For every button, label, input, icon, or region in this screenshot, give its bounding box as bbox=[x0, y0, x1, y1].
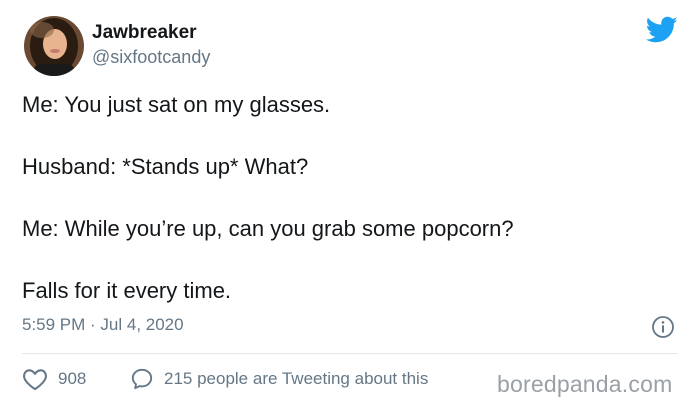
author-display-name[interactable]: Jawbreaker bbox=[92, 22, 210, 44]
tweet-actions: 908 215 people are Tweeting about this bbox=[22, 364, 428, 394]
speech-bubble-icon bbox=[131, 368, 153, 390]
info-icon[interactable] bbox=[651, 315, 675, 339]
tweet-card: Jawbreaker @sixfootcandy Me: You just sa… bbox=[0, 0, 700, 406]
conversation-text: 215 people are Tweeting about this bbox=[164, 369, 429, 388]
conversation-link[interactable]: 215 people are Tweeting about this bbox=[130, 364, 428, 394]
avatar-photo bbox=[24, 16, 84, 76]
like-count: 908 bbox=[58, 369, 87, 388]
tweet-line: Me: While you’re up, can you grab some p… bbox=[22, 216, 514, 241]
avatar[interactable] bbox=[24, 16, 84, 76]
watermark: boredpanda.com bbox=[497, 371, 673, 397]
twitter-bird-icon[interactable] bbox=[645, 16, 678, 44]
author-handle[interactable]: @sixfootcandy bbox=[92, 46, 210, 68]
tweet-timestamp[interactable]: 5:59 PM · Jul 4, 2020 bbox=[22, 315, 184, 335]
heart-icon bbox=[23, 369, 47, 391]
divider bbox=[22, 353, 678, 354]
tweet-line: Falls for it every time. bbox=[22, 278, 232, 303]
tweet-line: Husband: *Stands up* What? bbox=[22, 154, 309, 179]
like-button[interactable]: 908 bbox=[22, 364, 130, 394]
author-info: Jawbreaker @sixfootcandy bbox=[92, 22, 210, 68]
tweet-line: Me: You just sat on my glasses. bbox=[22, 92, 331, 117]
